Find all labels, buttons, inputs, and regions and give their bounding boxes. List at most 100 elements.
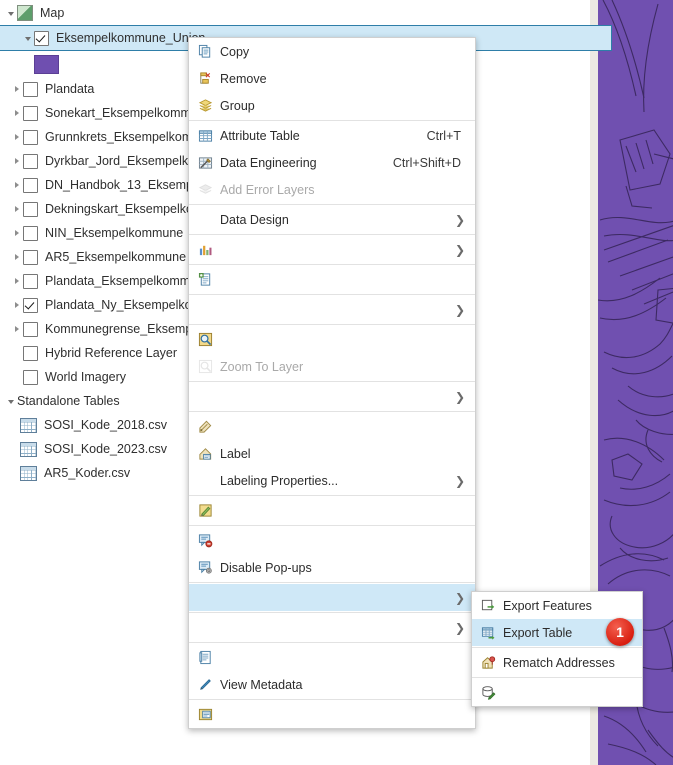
error-layers-icon — [197, 181, 214, 198]
menu-item-label[interactable] — [189, 413, 475, 440]
layer-item-world-imagery[interactable]: World Imagery — [23, 365, 126, 389]
menu-separator — [189, 699, 475, 700]
layer-visibility-checkbox[interactable] — [23, 274, 38, 289]
create-chart-icon — [197, 241, 214, 258]
tree-item-map[interactable]: Map — [4, 1, 64, 25]
menu-item-remove[interactable]: Remove — [189, 65, 475, 92]
chevron-right-icon[interactable] — [10, 77, 23, 101]
submenu-item-label: Export Table — [503, 626, 572, 640]
menu-item-joins-and-relates[interactable]: ❯ — [189, 296, 475, 323]
layer-visibility-checkbox[interactable] — [23, 322, 38, 337]
layer-visibility-checkbox[interactable] — [23, 82, 38, 97]
menu-item-sharing[interactable]: ❯ — [189, 614, 475, 641]
menu-item-label: Labeling Properties... — [220, 474, 338, 488]
menu-item-view-metadata[interactable] — [189, 644, 475, 671]
menu-item-properties[interactable] — [189, 701, 475, 728]
layer-visibility-checkbox[interactable] — [23, 250, 38, 265]
menu-item-group[interactable]: Group — [189, 92, 475, 119]
submenu-item-rematch-addresses[interactable]: Rematch Addresses — [472, 649, 642, 676]
layer-visibility-checkbox[interactable] — [23, 346, 38, 361]
chevron-down-icon[interactable] — [4, 389, 17, 413]
chevron-right-icon: ❯ — [455, 390, 467, 404]
menu-item-new-report[interactable] — [189, 266, 475, 293]
layer-label: AR5_Eksempelkommune — [45, 245, 186, 269]
table-item-sosi-kode-2018[interactable]: SOSI_Kode_2018.csv — [20, 413, 167, 437]
labeling-properties-icon — [197, 445, 214, 462]
layer-visibility-checkbox[interactable] — [23, 202, 38, 217]
table-icon — [20, 442, 37, 457]
layer-visibility-checkbox[interactable] — [23, 154, 38, 169]
chevron-right-icon[interactable] — [10, 197, 23, 221]
menu-item-convert-labels[interactable]: Labeling Properties... ❯ — [189, 467, 475, 494]
menu-item-data[interactable]: ❯ — [189, 584, 475, 611]
layer-visibility-checkbox[interactable] — [23, 370, 38, 385]
chevron-right-icon: ❯ — [455, 474, 467, 488]
rematch-addresses-icon — [480, 654, 497, 671]
symbol-swatch[interactable] — [34, 55, 59, 74]
menu-item-copy[interactable]: Copy — [189, 38, 475, 65]
layer-label: Sonekart_Eksempelkommune — [45, 101, 212, 125]
layer-label: NIN_Eksempelkommune — [45, 221, 183, 245]
menu-separator — [472, 677, 642, 678]
layer-visibility-checkbox[interactable] — [34, 31, 49, 46]
layer-item-hybrid-reference-layer[interactable]: Hybrid Reference Layer — [23, 341, 177, 365]
menu-item-zoom-to-make-visible: Zoom To Layer — [189, 353, 475, 380]
menu-item-edit-metadata[interactable]: View Metadata — [189, 671, 475, 698]
chevron-right-icon[interactable] — [10, 293, 23, 317]
disable-popups-icon — [197, 532, 214, 549]
layer-visibility-checkbox[interactable] — [23, 106, 38, 121]
table-item-sosi-kode-2023[interactable]: SOSI_Kode_2023.csv — [20, 437, 167, 461]
table-icon — [20, 418, 37, 433]
menu-separator — [189, 294, 475, 295]
layer-visibility-checkbox[interactable] — [23, 130, 38, 145]
attribute-table-icon — [197, 127, 214, 144]
layer-visibility-checkbox[interactable] — [23, 226, 38, 241]
chevron-right-icon[interactable] — [10, 317, 23, 341]
menu-item-configure-popups[interactable]: Disable Pop-ups — [189, 554, 475, 581]
export-table-icon — [480, 624, 497, 641]
menu-item-shortcut: Ctrl+Shift+D — [393, 156, 467, 170]
chevron-right-icon[interactable] — [10, 173, 23, 197]
menu-item-zoom-to-layer[interactable] — [189, 326, 475, 353]
data-submenu[interactable]: Export Features Export Table Rematch Add… — [471, 591, 643, 707]
layer-label: Plandata_Eksempelkommune — [45, 269, 211, 293]
layer-item-plandata[interactable]: Plandata — [10, 77, 94, 101]
chevron-right-icon[interactable] — [10, 245, 23, 269]
map-icon — [17, 5, 33, 21]
chevron-right-icon[interactable] — [10, 149, 23, 173]
menu-separator — [189, 234, 475, 235]
submenu-item-set-data-source[interactable] — [472, 679, 642, 706]
menu-separator — [189, 411, 475, 412]
group-layers-icon — [197, 97, 214, 114]
layer-context-menu[interactable]: Copy Remove Group Attribute Table Ctrl+T… — [188, 37, 476, 729]
chevron-right-icon: ❯ — [455, 213, 467, 227]
layer-item-ar5[interactable]: AR5_Eksempelkommune — [10, 245, 186, 269]
layer-item-nin[interactable]: NIN_Eksempelkommune — [10, 221, 183, 245]
layer-item-sonekart[interactable]: Sonekart_Eksempelkommune — [10, 101, 212, 125]
menu-item-symbology[interactable] — [189, 497, 475, 524]
chevron-down-icon[interactable] — [21, 26, 34, 50]
chevron-right-icon[interactable] — [10, 269, 23, 293]
menu-item-labeling-properties[interactable]: Label — [189, 440, 475, 467]
layer-visibility-checkbox[interactable] — [23, 298, 38, 313]
set-data-source-icon — [480, 684, 497, 701]
menu-item-data-design[interactable]: Data Design ❯ — [189, 206, 475, 233]
table-item-ar5-koder[interactable]: AR5_Koder.csv — [20, 461, 130, 485]
chevron-right-icon[interactable] — [10, 101, 23, 125]
chevron-down-icon[interactable] — [4, 1, 17, 25]
tree-item-standalone-tables[interactable]: Standalone Tables — [4, 389, 120, 413]
chevron-right-icon[interactable] — [10, 125, 23, 149]
layer-visibility-checkbox[interactable] — [23, 178, 38, 193]
submenu-item-label: Export Features — [503, 599, 592, 613]
chevron-right-icon[interactable] — [10, 221, 23, 245]
menu-item-data-engineering[interactable]: Data Engineering Ctrl+Shift+D — [189, 149, 475, 176]
menu-item-shortcut: Ctrl+T — [427, 129, 467, 143]
menu-item-selection[interactable]: ❯ — [189, 383, 475, 410]
submenu-item-export-features[interactable]: Export Features — [472, 592, 642, 619]
menu-item-create-chart[interactable]: ❯ — [189, 236, 475, 263]
menu-item-disable-popups[interactable] — [189, 527, 475, 554]
menu-item-attribute-table[interactable]: Attribute Table Ctrl+T — [189, 122, 475, 149]
layer-label: Plandata — [45, 77, 94, 101]
copy-icon — [197, 43, 214, 60]
layer-item-plandata-eksempelkommune[interactable]: Plandata_Eksempelkommune — [10, 269, 211, 293]
